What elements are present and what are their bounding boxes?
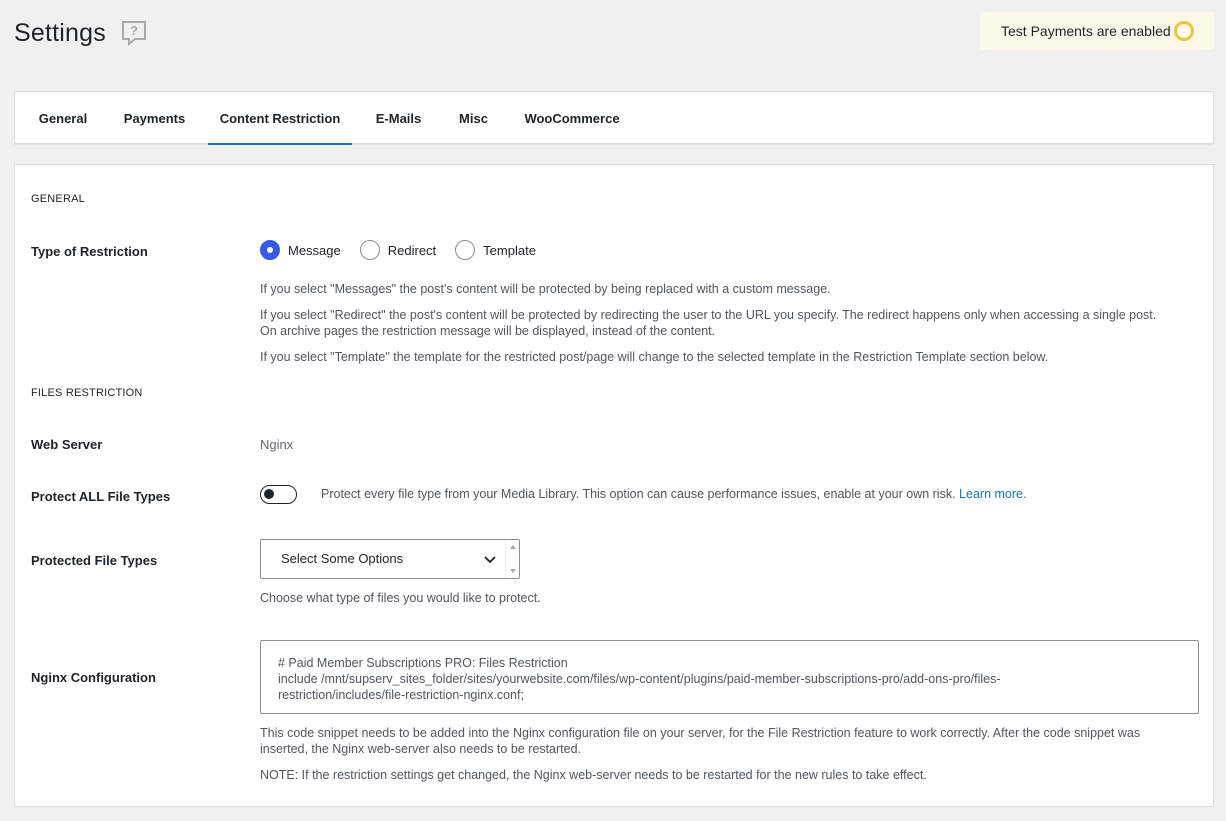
nginx-configuration-label: Nginx Configuration (31, 670, 156, 685)
section-title-general: GENERAL (31, 193, 85, 205)
protect-all-label: Protect ALL File Types (31, 489, 171, 504)
nginx-code-line: restriction/includes/file-restriction-ng… (278, 688, 524, 702)
desc-message: If you select "Messages" the post's cont… (260, 282, 831, 296)
radio-redirect-circle[interactable] (359, 240, 380, 260)
nginx-code-textarea[interactable]: # Paid Member Subscriptions PRO: Files R… (260, 640, 1199, 714)
nginx-description-line1: This code snippet needs to be added into… (260, 726, 1141, 740)
svg-text:?: ? (130, 23, 138, 38)
web-server-value: Nginx (260, 437, 294, 452)
select-scrollbar[interactable] (505, 540, 519, 578)
protected-file-types-label: Protected File Types (31, 553, 158, 568)
tab-misc[interactable]: Misc (449, 92, 498, 144)
desc-redirect-line1: If you select "Redirect" the post's cont… (260, 308, 1157, 322)
restriction-type-radio-group: Message Redirect Template (260, 240, 555, 260)
tab-payments[interactable]: Payments (113, 92, 196, 144)
settings-tabs: General Payments Content Restriction E-M… (14, 91, 1214, 145)
nginx-description-line2: inserted, the Nginx web-server also need… (260, 742, 582, 756)
nginx-code-line: # Paid Member Subscriptions PRO: Files R… (278, 656, 568, 670)
tab-emails[interactable]: E-Mails (366, 92, 431, 144)
chevron-down-icon (483, 552, 497, 571)
protected-file-types-select[interactable]: Select Some Options (260, 539, 520, 579)
desc-template: If you select "Template" the template fo… (260, 350, 1049, 364)
select-placeholder: Select Some Options (281, 551, 404, 566)
protect-all-toggle[interactable] (260, 485, 297, 504)
tab-general[interactable]: General (27, 92, 99, 144)
tab-woocommerce[interactable]: WooCommerce (517, 92, 627, 144)
restriction-type-label: Type of Restriction (31, 244, 148, 259)
radio-redirect-label: Redirect (387, 242, 437, 258)
protect-all-desc-text: Protect every file type from your Media … (321, 487, 956, 501)
nginx-code-line: include /mnt/supserv_sites_folder/sites/… (278, 672, 1001, 686)
learn-more-link[interactable]: Learn more. (959, 487, 1026, 501)
toggle-knob (264, 489, 274, 499)
radio-message-circle[interactable] (260, 240, 280, 260)
desc-redirect-line2: On archive pages the restriction message… (260, 324, 716, 338)
content-restriction-panel: GENERAL Type of Restriction Message Redi… (14, 164, 1214, 807)
status-ring-icon (1174, 21, 1194, 41)
protected-file-types-description: Choose what type of files you would like… (260, 591, 541, 605)
nginx-note: NOTE: If the restriction settings get ch… (260, 768, 927, 782)
radio-message[interactable]: Message (260, 240, 341, 260)
radio-template-circle[interactable] (455, 240, 476, 260)
radio-redirect[interactable]: Redirect (359, 240, 437, 260)
test-payments-text: Test Payments are enabled (1001, 23, 1171, 39)
page-title: Settings (14, 18, 106, 47)
page-header: Settings ? (14, 16, 148, 50)
help-question-icon[interactable]: ? (120, 19, 148, 47)
web-server-label: Web Server (31, 437, 103, 452)
radio-message-label: Message (288, 242, 341, 258)
radio-template-label: Template (483, 242, 536, 258)
protect-all-description: Protect every file type from your Media … (321, 487, 1026, 501)
section-title-files: FILES RESTRICTION (31, 387, 143, 399)
test-payments-badge: Test Payments are enabled (980, 12, 1214, 50)
tab-content-restriction[interactable]: Content Restriction (208, 92, 352, 145)
radio-template[interactable]: Template (455, 240, 536, 260)
